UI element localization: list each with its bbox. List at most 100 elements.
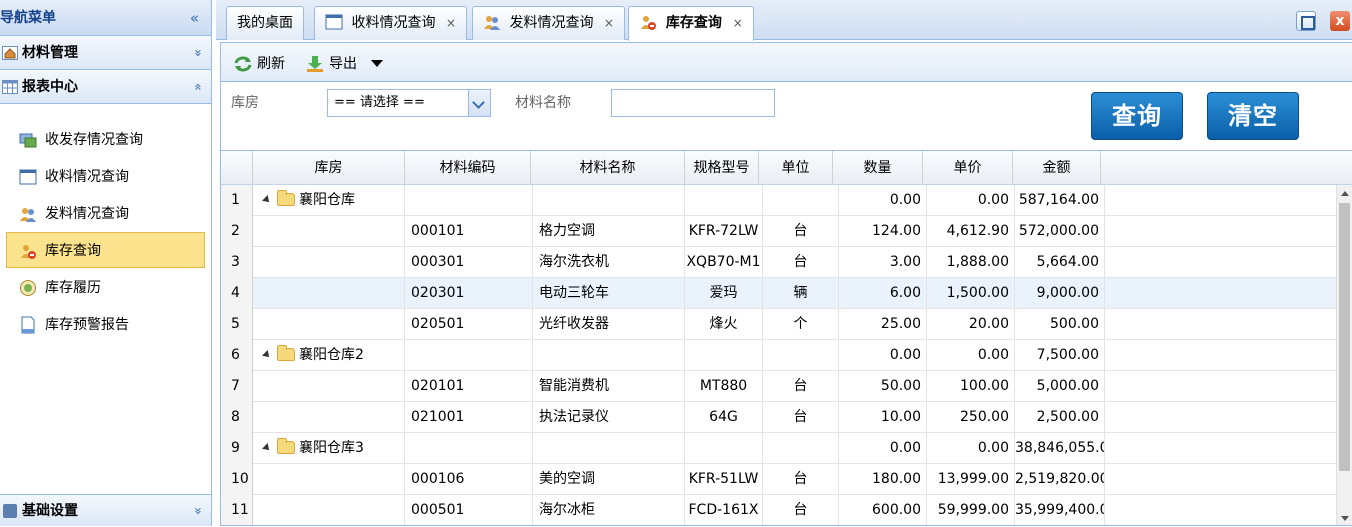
header-material-code[interactable]: 材料编码	[405, 151, 531, 185]
expand-chevron-icon[interactable]: »	[181, 507, 213, 515]
vertical-scrollbar[interactable]	[1336, 185, 1352, 525]
expand-chevron-icon[interactable]: »	[180, 49, 214, 57]
table-group-row[interactable]: 1 襄阳仓库 0.00 0.00 587,164.00	[221, 185, 1337, 216]
cell-unit	[763, 433, 839, 464]
sidebar-item-inout-stock[interactable]: 收发存情况查询	[6, 121, 205, 157]
header-unit-price[interactable]: 单价	[923, 151, 1013, 185]
cell-quantity: 0.00	[839, 433, 927, 464]
stock-query-icon	[641, 16, 656, 30]
home-icon	[2, 46, 18, 60]
material-name-input[interactable]	[611, 89, 775, 117]
cell-material-name: 海尔冰柜	[533, 495, 685, 525]
cell-warehouse	[253, 464, 405, 495]
table-group-row[interactable]: 6 襄阳仓库2 0.00 0.00 7,500.00	[221, 340, 1337, 371]
chevron-down-icon[interactable]	[468, 90, 490, 116]
table-row[interactable]: 7 020101 智能消费机 MT880 台 50.00 100.00 5,000.00	[221, 371, 1337, 402]
tab-stock-query[interactable]: 库存查询 ×	[628, 6, 754, 41]
tab-label: 我的桌面	[237, 15, 293, 31]
section-basic-settings[interactable]: 基础设置 »	[0, 494, 211, 526]
tree-expand-icon[interactable]	[262, 442, 272, 453]
warehouse-select[interactable]: == 请选择 ==	[327, 89, 491, 117]
table-row[interactable]: 3 000301 海尔洗衣机 XQB70-M1 台 3.00 1,888.00 5,664.0…	[221, 247, 1337, 278]
document-icon	[21, 316, 35, 334]
warehouse-name: 襄阳仓库3	[299, 440, 364, 456]
sidebar-item-stock-history[interactable]: 库存履历	[6, 269, 205, 305]
section-material-management[interactable]: 材料管理 »	[0, 36, 211, 70]
stock-query-icon	[21, 245, 36, 259]
scrollbar-thumb[interactable]	[1339, 203, 1350, 471]
tree-expand-icon[interactable]	[262, 194, 272, 205]
section-report-center[interactable]: 报表中心 «	[0, 70, 211, 104]
cell-spec: 爱玛	[685, 278, 763, 309]
sidebar-item-issuing-query[interactable]: 发料情况查询	[6, 195, 205, 231]
export-dropdown-icon[interactable]	[371, 60, 383, 67]
scroll-down-icon[interactable]	[1341, 516, 1349, 521]
export-label: 导出	[329, 56, 357, 72]
cell-material-name	[533, 433, 685, 464]
scroll-up-icon[interactable]	[1341, 191, 1349, 196]
warehouse-select-value: == 请选择 ==	[334, 95, 425, 110]
cell-unit-price: 59,999.00	[927, 495, 1015, 525]
cell-quantity: 25.00	[839, 309, 927, 340]
cell-unit-price: 250.00	[927, 402, 1015, 433]
cell-index: 2	[221, 216, 253, 247]
cell-amount: 587,164.00	[1015, 185, 1105, 216]
refresh-button[interactable]: 刷新	[233, 54, 285, 74]
settings-icon	[3, 504, 17, 518]
sidebar-item-stock-warning-report[interactable]: 库存预警报告	[6, 306, 205, 342]
stock-grid: 库房 材料编码 材料名称 规格型号 单位 数量 单价 金额 1 襄阳仓库 0.00 0…	[220, 150, 1352, 526]
tab-my-desktop[interactable]: 我的桌面	[226, 6, 304, 40]
tab-close-icon[interactable]: ×	[446, 16, 456, 30]
tree-expand-icon[interactable]	[262, 349, 272, 360]
clear-button[interactable]: 清空	[1207, 92, 1299, 140]
table-row[interactable]: 11 000501 海尔冰柜 FCD-161X 台 600.00 59,999.00 35,9…	[221, 495, 1337, 525]
users-icon	[484, 16, 500, 30]
cell-spec: XQB70-M1	[685, 247, 763, 278]
table-icon	[2, 80, 18, 94]
table-row[interactable]: 5 020501 光纤收发器 烽火个 25.00 20.00 500.00	[221, 309, 1337, 340]
tab-close-icon[interactable]: ×	[733, 16, 743, 30]
tab-issuing-query[interactable]: 发料情况查询 ×	[472, 6, 625, 40]
cell-material-name	[533, 185, 685, 216]
sidebar-item-stock-query[interactable]: 库存查询	[6, 232, 205, 268]
cell-spec: FCD-161X	[685, 495, 763, 525]
cell-spec: MT880	[685, 371, 763, 402]
tab-receiving-query[interactable]: 收料情况查询 ×	[314, 6, 467, 40]
table-group-row[interactable]: 9 襄阳仓库3 0.00 0.00 38,846,055.0	[221, 433, 1337, 464]
collapse-chevron-icon[interactable]: «	[180, 83, 214, 91]
header-warehouse[interactable]: 库房	[253, 151, 405, 185]
warehouse-name: 襄阳仓库2	[299, 347, 364, 363]
table-row[interactable]: 2 000101 格力空调 KFR-72LW 台 124.00 4,612.90 572,00…	[221, 216, 1337, 247]
cell-amount: 38,846,055.0	[1015, 433, 1105, 464]
tab-close-icon[interactable]: ×	[604, 16, 614, 30]
cell-amount: 5,000.00	[1015, 371, 1105, 402]
sidebar-item-label: 发料情况查询	[45, 206, 129, 222]
header-unit[interactable]: 单位	[759, 151, 833, 185]
header-quantity[interactable]: 数量	[833, 151, 923, 185]
table-row[interactable]: 8 021001 执法记录仪 64G 台 10.00 250.00 2,500.00	[221, 402, 1337, 433]
collapse-sidebar-icon[interactable]: «	[190, 0, 199, 36]
header-material-name[interactable]: 材料名称	[531, 151, 685, 185]
cell-index: 3	[221, 247, 253, 278]
cell-unit	[763, 340, 839, 371]
cell-quantity: 124.00	[839, 216, 927, 247]
search-button[interactable]: 查询	[1091, 92, 1183, 140]
report-menu: 收发存情况查询 收料情况查询 发料情况查询 库存查询 库存履历 库存预警报告	[0, 104, 211, 342]
header-spec[interactable]: 规格型号	[685, 151, 759, 185]
sidebar-item-receiving-query[interactable]: 收料情况查询	[6, 158, 205, 194]
maximize-icon[interactable]	[1296, 11, 1316, 31]
cell-material-code: 021001	[405, 402, 533, 433]
cell-quantity: 180.00	[839, 464, 927, 495]
cell-material-name: 电动三轮车	[533, 278, 685, 309]
cell-material-name: 执法记录仪	[533, 402, 685, 433]
close-window-icon[interactable]: x	[1330, 11, 1350, 31]
export-button[interactable]: 导出	[305, 54, 357, 74]
table-row[interactable]: 10 000106 美的空调 KFR-51LW 台 180.00 13,999.00 2,51…	[221, 464, 1337, 495]
cell-quantity: 10.00	[839, 402, 927, 433]
cell-amount: 5,664.00	[1015, 247, 1105, 278]
folder-icon	[277, 345, 295, 361]
header-amount[interactable]: 金额	[1013, 151, 1101, 185]
cell-spec: 烽火	[685, 309, 763, 340]
cell-index: 7	[221, 371, 253, 402]
table-row[interactable]: 4 020301 电动三轮车 爱玛辆 6.00 1,500.00 9,000.00	[221, 278, 1337, 309]
